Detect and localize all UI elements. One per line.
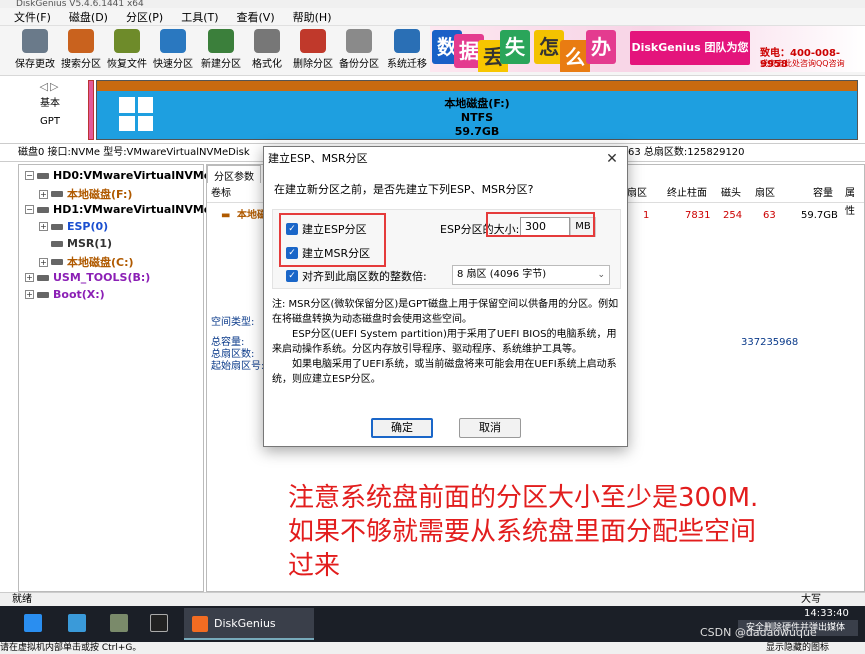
partition-bar[interactable]: 本地磁盘(F:) NTFS 59.7GB <box>96 80 858 140</box>
diskgenius-icon <box>192 616 208 632</box>
checkbox-checked-icon: ✓ <box>286 270 298 282</box>
partition-bar-text: 本地磁盘(F:) NTFS 59.7GB <box>444 97 510 138</box>
clock: 14:33:40 <box>804 608 849 619</box>
banner-slogan: DiskGenius 团队为您服务 <box>630 31 750 65</box>
expand-icon[interactable]: + <box>39 257 48 267</box>
banner-qq: 或点击此处咨询QQ咨询 <box>760 59 845 68</box>
collapse-icon[interactable]: − <box>25 171 34 180</box>
new-partition-icon <box>208 29 234 53</box>
dialog-title: 建立ESP、MSR分区 <box>264 147 627 171</box>
tree-node[interactable]: + Boot(X:) <box>25 288 105 301</box>
partition-bar-header <box>97 81 857 91</box>
taskbar-diskgenius[interactable]: DiskGenius V5.4.6... <box>184 608 314 654</box>
expand-icon[interactable]: + <box>39 222 48 231</box>
tree-node[interactable]: + 本地磁盘(F:) <box>39 186 132 202</box>
backup-icon <box>346 29 372 53</box>
menu-file[interactable]: 文件(F) <box>14 9 51 25</box>
disk-icon <box>37 206 49 213</box>
menu-view[interactable]: 查看(V) <box>237 9 275 25</box>
tree-node[interactable]: − HD0:VMwareVirtualNVMeD <box>25 169 220 182</box>
tree-node[interactable]: − HD1:VMwareVirtualNVMeD <box>25 203 220 216</box>
expand-icon[interactable]: + <box>25 290 34 299</box>
watermark: CSDN @dadaowuque <box>700 626 817 639</box>
status-bar: 就绪 大写 <box>0 592 865 606</box>
dialog-prompt: 在建立新分区之前，是否先建立下列ESP、MSR分区? <box>274 183 534 196</box>
summary-labels: 空间类型: 总容量: 总扇区数: 起始扇区号: <box>211 317 265 372</box>
ad-banner[interactable]: 数 据 丢 失 怎 么 办 DiskGenius 团队为您服务 致电：400-0… <box>430 26 865 72</box>
app-icon[interactable] <box>68 614 86 632</box>
disk-nav-arrows-icon[interactable]: ◁▷ <box>30 80 70 93</box>
app-icon[interactable] <box>110 614 128 632</box>
disk-tree: − HD0:VMwareVirtualNVMeD + 本地磁盘(F:) − HD1:V… <box>18 164 220 592</box>
dialog-note: 注: MSR分区(微软保留分区)是GPT磁盘上用于保留空间以供备用的分区。例如在… <box>272 299 619 385</box>
banner-char: 失 <box>500 30 530 64</box>
expand-icon[interactable]: + <box>39 189 48 199</box>
disk-map-panel: ◁▷ 基本 GPT 本地磁盘(F:) NTFS 59.7GB <box>0 76 865 144</box>
disk-nav-label: 基本 <box>40 98 60 109</box>
format-button[interactable]: 格式化 <box>244 28 290 72</box>
partition-icon <box>51 191 63 197</box>
menu-help[interactable]: 帮助(H) <box>293 9 332 25</box>
save-icon <box>22 29 48 53</box>
window-title-bar: DiskGenius V5.4.6.1441 x64 <box>0 0 865 8</box>
backup-partition-button[interactable]: 备份分区 <box>336 28 382 72</box>
summary-value: 337235968 <box>741 337 799 348</box>
collapse-icon[interactable]: − <box>25 205 34 214</box>
menu-bar: 文件(F) 磁盘(D) 分区(P) 工具(T) 查看(V) 帮助(H) <box>0 8 865 26</box>
disk-icon <box>37 172 49 179</box>
tree-node[interactable]: + 本地磁盘(C:) <box>39 254 134 270</box>
terminal-icon[interactable] <box>150 614 168 632</box>
migrate-icon <box>394 29 420 53</box>
delete-partition-button[interactable]: 删除分区 <box>290 28 336 72</box>
small-partition-bar[interactable] <box>88 80 94 140</box>
annotation-text: 注意系统盘前面的分区大小至少是300M. 如果不够就需要从系统盘里面分配些空间 … <box>288 483 759 581</box>
disk-icon <box>37 274 49 281</box>
start-icon[interactable] <box>24 614 42 632</box>
quick-partition-icon <box>160 29 186 53</box>
highlight-checkboxes <box>279 213 386 267</box>
window-title: DiskGenius V5.4.6.1441 x64 <box>16 0 144 8</box>
partition-icon <box>51 259 63 265</box>
disk-icon <box>37 291 49 298</box>
tree-node[interactable]: MSR(1) <box>51 237 112 250</box>
system-migrate-button[interactable]: 系统迁移 <box>384 28 430 72</box>
ok-button[interactable]: 确定 <box>371 418 433 438</box>
menu-disk[interactable]: 磁盘(D) <box>69 9 108 25</box>
delete-icon <box>300 29 326 53</box>
close-icon[interactable]: ✕ <box>603 150 621 168</box>
chevron-down-icon: ⌄ <box>597 270 605 280</box>
tree-node[interactable]: + USM_TOOLS(B:) <box>25 271 150 284</box>
cancel-button[interactable]: 取消 <box>459 418 521 438</box>
save-button[interactable]: 保存更改 <box>12 28 58 72</box>
expand-icon[interactable]: + <box>25 273 34 282</box>
esp-msr-dialog: 建立ESP、MSR分区 ✕ 在建立新分区之前，是否先建立下列ESP、MSR分区?… <box>263 146 628 447</box>
detail-tabs: 分区参数 <box>207 165 261 183</box>
new-partition-button[interactable]: 新建分区 <box>198 28 244 72</box>
align-select[interactable]: 8 扇区 (4096 字节) ⌄ <box>452 265 610 285</box>
row-disk-icon: ▬ <box>221 210 231 221</box>
disk-nav-type: GPT <box>40 116 60 127</box>
recover-icon <box>114 29 140 53</box>
search-icon <box>68 29 94 53</box>
quick-partition-button[interactable]: 快速分区 <box>150 28 196 72</box>
menu-tools[interactable]: 工具(T) <box>181 9 218 25</box>
vm-hint-bar: 请在虚拟机内部单击或按 Ctrl+G。 显示隐藏的图标 <box>0 642 865 654</box>
tab-partition-params[interactable]: 分区参数 <box>207 165 261 183</box>
partition-icon <box>51 223 63 230</box>
disk-nav: ◁▷ 基本 GPT <box>30 80 70 129</box>
format-icon <box>254 29 280 53</box>
align-checkbox[interactable]: ✓ 对齐到此扇区数的整数倍: <box>286 268 427 284</box>
highlight-esp-size <box>486 212 595 237</box>
tree-node[interactable]: + ESP(0) <box>39 220 108 233</box>
menu-partition[interactable]: 分区(P) <box>126 9 163 25</box>
banner-char: 办 <box>586 30 616 64</box>
search-partition-button[interactable]: 搜索分区 <box>58 28 104 72</box>
recover-files-button[interactable]: 恢复文件 <box>104 28 150 72</box>
partition-icon <box>51 240 63 247</box>
